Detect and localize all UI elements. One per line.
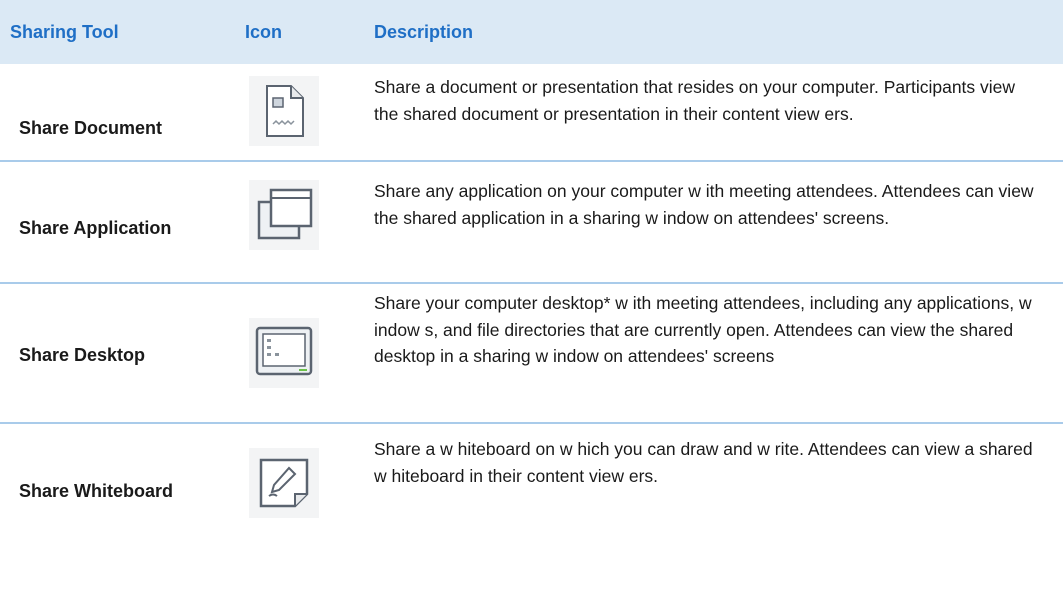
application-windows-icon (249, 180, 319, 250)
description-share-application: Share any application on your computer w… (374, 181, 1034, 228)
desktop-monitor-icon (249, 318, 319, 388)
description-share-document: Share a document or presentation that re… (374, 77, 1016, 124)
header-description: Description (374, 21, 474, 42)
description-share-desktop: Share your computer desktop* w ith meeti… (374, 293, 1032, 366)
description-share-whiteboard: Share a w hiteboard on w hich you can dr… (374, 439, 1033, 486)
tool-name-share-desktop: Share Desktop (19, 345, 146, 365)
table-row: Share Document Share a document or prese… (0, 64, 1063, 162)
header-icon: Icon (245, 21, 283, 42)
sharing-tools-table: Sharing Tool Icon Description Share Docu… (0, 0, 1063, 544)
tool-name-share-whiteboard: Share Whiteboard (19, 481, 174, 501)
table-row: Share Desktop Share your computer deskto… (0, 284, 1063, 424)
document-icon (249, 76, 319, 146)
table-header: Sharing Tool Icon Description (0, 0, 1063, 64)
tool-name-share-application: Share Application (19, 218, 172, 238)
tool-name-share-document: Share Document (19, 118, 163, 138)
table-row: Share Whiteboard Share a w hiteboard on … (0, 424, 1063, 544)
header-sharing-tool: Sharing Tool (10, 21, 119, 42)
whiteboard-pen-icon (249, 448, 319, 518)
table-row: Share Application Share any application … (0, 162, 1063, 284)
